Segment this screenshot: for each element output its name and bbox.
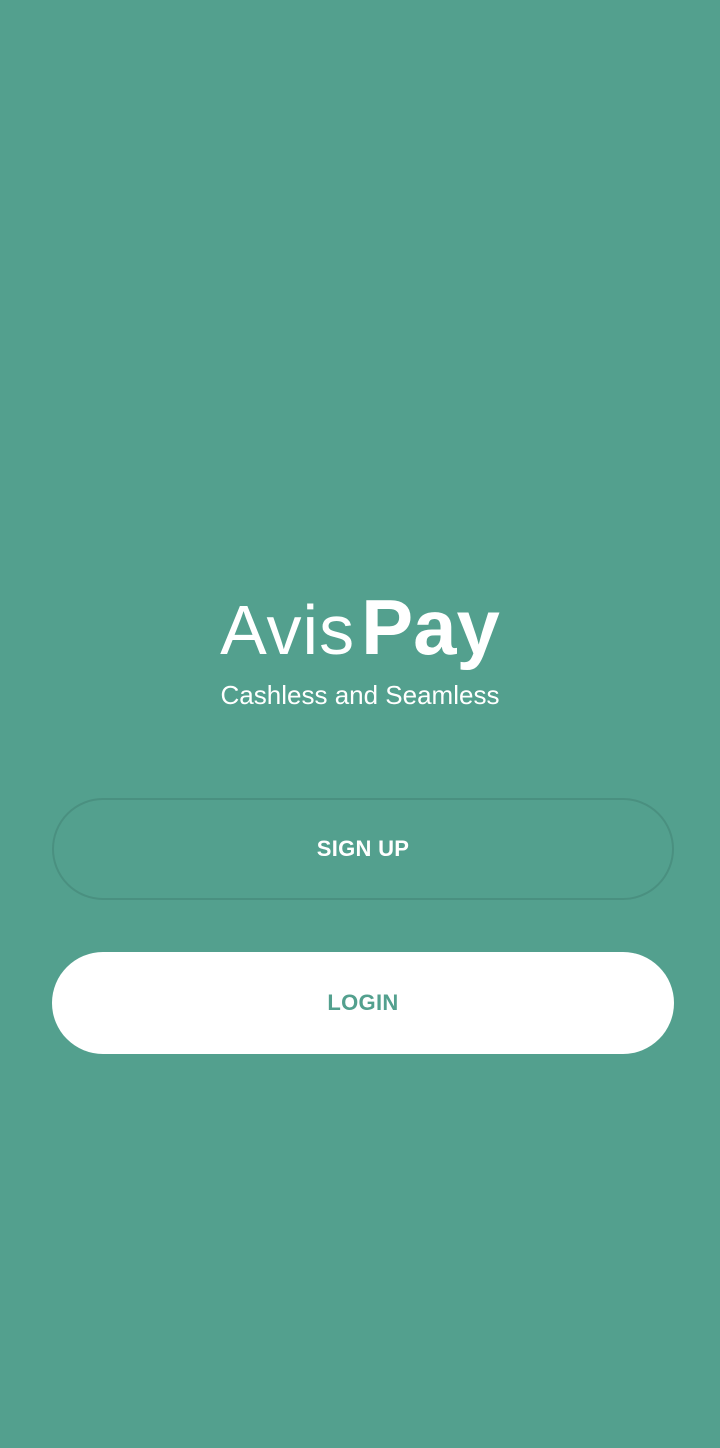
- logo-text-light: Avis: [220, 591, 356, 669]
- brand-block: Avis Pay Cashless and Seamless: [0, 588, 720, 711]
- welcome-screen: Avis Pay Cashless and Seamless SIGN UP L…: [0, 0, 720, 1448]
- sign-up-label: SIGN UP: [316, 836, 410, 861]
- logo-text-bold: Pay: [361, 583, 500, 671]
- login-label: LOGIN: [327, 990, 399, 1015]
- tagline: Cashless and Seamless: [220, 680, 500, 710]
- app-logo: Avis Pay: [220, 588, 500, 666]
- sign-up-button[interactable]: SIGN UP: [52, 798, 674, 900]
- login-button[interactable]: LOGIN: [52, 952, 674, 1054]
